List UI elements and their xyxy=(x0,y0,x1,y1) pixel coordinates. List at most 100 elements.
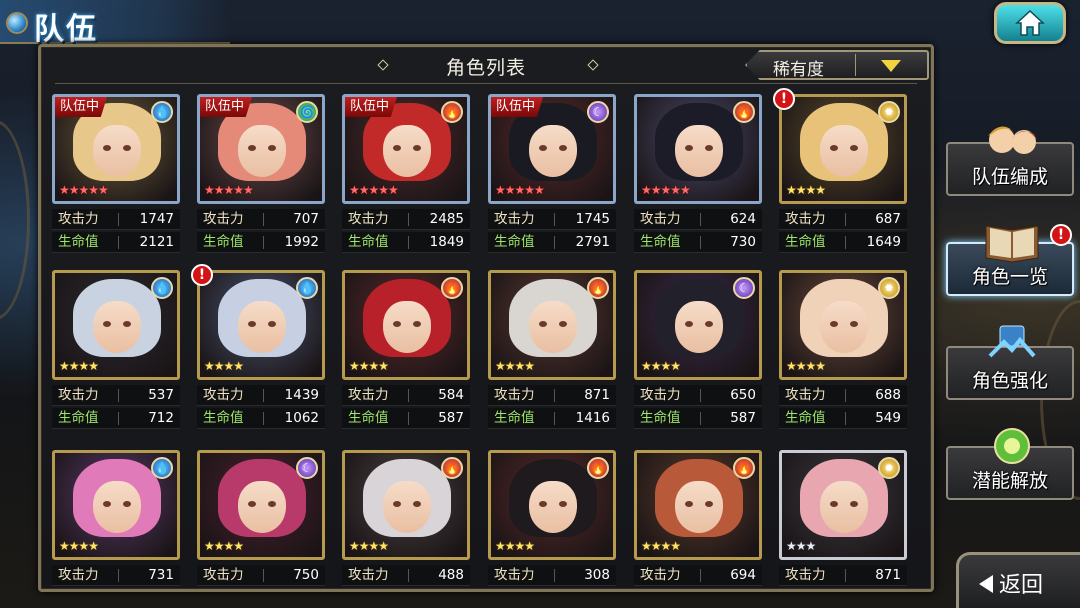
chevron-down-icon xyxy=(881,60,901,72)
attack-stat-value: 650 xyxy=(730,387,756,403)
hp-stat-value: 1992 xyxy=(284,234,319,250)
fire-element-icon: 🔥 xyxy=(733,457,755,479)
attack-stat-label: 攻击力 xyxy=(640,387,681,403)
attack-stat-value: 1745 xyxy=(575,211,610,227)
attack-stat-value: 707 xyxy=(293,211,319,227)
character-eye xyxy=(705,321,713,327)
attack-stat-label: 攻击力 xyxy=(203,211,244,227)
character-portrait[interactable]: ✹ ★★★ xyxy=(779,450,907,560)
character-eye xyxy=(539,145,547,151)
potential-unlock-button[interactable]: 潜能解放 xyxy=(946,428,1074,500)
water-element-icon: 💧 xyxy=(151,457,173,479)
character-portrait[interactable]: 🔥 ★★★★★ xyxy=(634,94,762,204)
character-face xyxy=(383,301,431,353)
potential-orb-icon xyxy=(994,428,1030,464)
in-team-badge: 队伍中 xyxy=(55,97,108,117)
character-portrait[interactable]: 队伍中 ☾ ★★★★★ xyxy=(488,94,616,204)
character-eye xyxy=(103,501,111,507)
attack-stat-label: 攻击力 xyxy=(785,211,826,227)
fire-element-icon: 🔥 xyxy=(441,277,463,299)
divider xyxy=(408,412,409,425)
hp-stat-value: 587 xyxy=(730,410,756,426)
character-portrait[interactable]: 💧 ★★★★ xyxy=(52,270,180,380)
character-portrait[interactable]: 队伍中 🔥 ★★★★★ xyxy=(342,94,470,204)
attack-stat-value: 584 xyxy=(438,387,464,403)
character-face xyxy=(93,125,141,177)
character-eye xyxy=(685,321,693,327)
character-eye xyxy=(413,145,421,151)
divider xyxy=(118,236,119,249)
attack-stat: 攻击力 2485 xyxy=(342,209,470,230)
attack-stat-label: 攻击力 xyxy=(203,567,244,583)
rarity-stars: ★★★★ xyxy=(349,359,389,373)
character-portrait[interactable]: 🔥 ★★★★ xyxy=(342,270,470,380)
character-list-button[interactable]: 角色一览 xyxy=(946,225,1074,296)
team-formation-button[interactable]: 队伍编成 xyxy=(946,126,1074,196)
character-eye xyxy=(705,501,713,507)
character-portrait[interactable]: ✹ ★★★★ xyxy=(779,94,907,204)
attack-stat-value: 731 xyxy=(148,567,174,583)
character-portrait[interactable]: 💧 ★★★★ xyxy=(197,270,325,380)
character-face xyxy=(820,125,868,177)
header-bar: 队伍 xyxy=(0,0,230,47)
character-portrait[interactable]: 队伍中 🌀 ★★★★★ xyxy=(197,94,325,204)
divider xyxy=(408,213,409,226)
character-face xyxy=(93,301,141,353)
sort-dropdown[interactable]: 稀有度 xyxy=(745,50,929,80)
character-eye xyxy=(850,501,858,507)
dark-element-icon: ☾ xyxy=(587,101,609,123)
character-eye xyxy=(850,145,858,151)
fire-element-icon: 🔥 xyxy=(587,277,609,299)
character-portrait[interactable]: ✹ ★★★★ xyxy=(779,270,907,380)
back-label: 返回 xyxy=(999,573,1044,598)
character-eye xyxy=(393,145,401,151)
rarity-stars: ★★★★★ xyxy=(641,183,691,197)
hp-stat-value: 712 xyxy=(148,410,174,426)
character-face xyxy=(675,301,723,353)
character-portrait[interactable]: 队伍中 💧 ★★★★★ xyxy=(52,94,180,204)
character-face xyxy=(675,125,723,177)
hp-stat-value: 549 xyxy=(875,410,901,426)
character-enhance-button[interactable]: 角色强化 xyxy=(946,325,1074,400)
character-eye xyxy=(559,145,567,151)
rarity-stars: ★★★★ xyxy=(641,359,681,373)
character-portrait[interactable]: ☾ ★★★★ xyxy=(197,450,325,560)
rarity-stars: ★★★★ xyxy=(786,183,826,197)
attack-stat: 攻击力 871 xyxy=(488,385,616,406)
character-face xyxy=(238,481,286,533)
divider xyxy=(700,569,701,582)
attack-stat-label: 攻击力 xyxy=(494,211,535,227)
character-eye xyxy=(685,145,693,151)
character-portrait[interactable]: 💧 ★★★★ xyxy=(52,450,180,560)
back-arrow-icon xyxy=(979,575,993,593)
home-button[interactable] xyxy=(994,2,1066,44)
attack-stat-value: 308 xyxy=(584,567,610,583)
hp-stat: 生命值 2121 xyxy=(52,232,180,253)
character-portrait[interactable]: 🔥 ★★★★ xyxy=(488,270,616,380)
character-portrait[interactable]: 🔥 ★★★★ xyxy=(342,450,470,560)
divider xyxy=(845,213,846,226)
attack-stat-value: 688 xyxy=(875,387,901,403)
divider xyxy=(700,389,701,402)
hp-stat-value: 1649 xyxy=(866,234,901,250)
divider xyxy=(408,389,409,402)
hp-stat-label: 生命值 xyxy=(640,234,681,250)
divider xyxy=(263,389,264,402)
character-portrait[interactable]: 🔥 ★★★★ xyxy=(634,450,762,560)
enhance-icon xyxy=(988,325,1036,358)
fire-element-icon: 🔥 xyxy=(441,457,463,479)
in-team-badge: 队伍中 xyxy=(345,97,398,117)
character-face xyxy=(238,125,286,177)
back-button[interactable]: 返回 xyxy=(956,552,1080,608)
character-portrait[interactable]: 🔥 ★★★★ xyxy=(488,450,616,560)
character-eye xyxy=(393,321,401,327)
character-eye xyxy=(830,321,838,327)
divider xyxy=(700,236,701,249)
character-eye xyxy=(103,145,111,151)
character-portrait[interactable]: ☾ ★★★★ xyxy=(634,270,762,380)
wind-element-icon: 🌀 xyxy=(296,101,318,123)
hp-stat-value: 730 xyxy=(730,234,756,250)
attack-stat-label: 攻击力 xyxy=(640,211,681,227)
divider xyxy=(845,236,846,249)
hp-stat-value: 2791 xyxy=(575,234,610,250)
